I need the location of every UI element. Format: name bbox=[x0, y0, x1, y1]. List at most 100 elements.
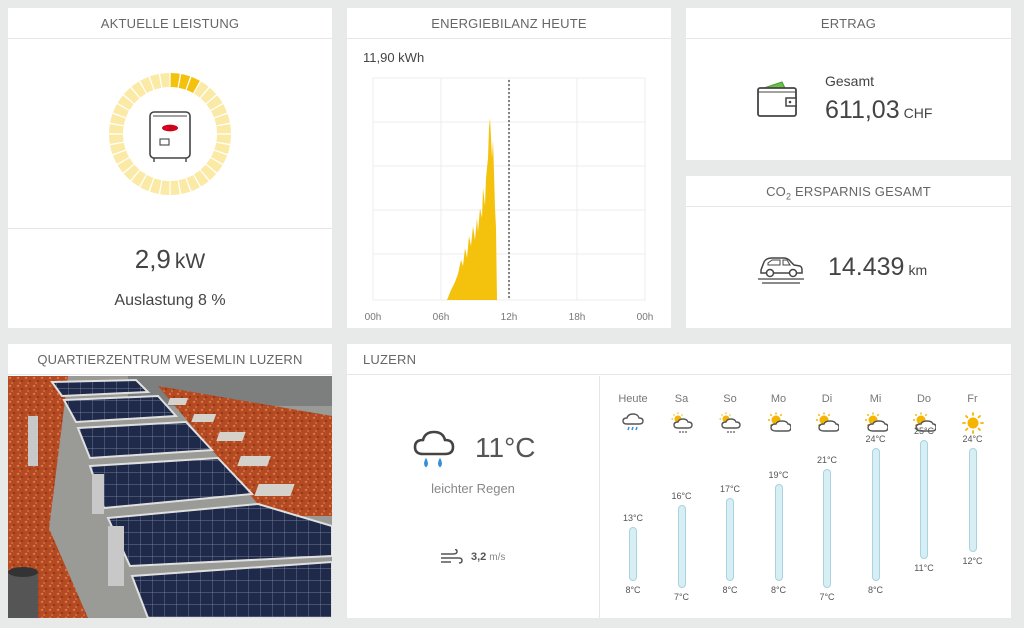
forecast-day-name: Mi bbox=[869, 393, 882, 405]
gauge-segment bbox=[109, 134, 124, 144]
sun-cloud-rain-icon bbox=[671, 412, 693, 433]
forecast-min-temp: 7°C bbox=[673, 592, 690, 602]
inverter-icon bbox=[149, 111, 191, 162]
sun-icon bbox=[961, 412, 984, 434]
forecast-day-name: Mo bbox=[770, 393, 787, 405]
power-unit: kW bbox=[174, 250, 206, 273]
forecast-min-temp: 11°C bbox=[914, 563, 934, 574]
forecast-max-temp: 19°C bbox=[768, 469, 789, 480]
forecast-day-name: Sa bbox=[674, 393, 689, 405]
energy-balance-card: ENERGIEBILANZ HEUTE 11,90 kWh 00h 06h 12… bbox=[347, 8, 671, 328]
forecast-min-temp: 8°C bbox=[770, 584, 787, 595]
gauge-segment bbox=[170, 180, 180, 195]
power-value: 2,9 kW bbox=[8, 244, 332, 275]
gauge-segment bbox=[109, 124, 124, 134]
forecast-day-name: So bbox=[723, 393, 737, 405]
photo-header: QUARTIERZENTRUM WESEMLIN LUZERN bbox=[8, 344, 332, 375]
sun-cloud-rain-icon bbox=[719, 412, 741, 433]
co2-savings-card: CO2 ERSPARNIS GESAMT 14.439 km bbox=[686, 176, 1011, 328]
co2-value: 14.439 km bbox=[828, 253, 927, 282]
power-number: 2,9 bbox=[134, 244, 171, 274]
rain-cloud-icon bbox=[413, 430, 455, 468]
current-power-header: AKTUELLE LEISTUNG bbox=[8, 8, 332, 39]
wind-number: 3,2 bbox=[471, 551, 487, 563]
temperature-range-bar bbox=[774, 483, 783, 581]
power-gauge-ring bbox=[109, 73, 231, 195]
x-tick-label: 12h bbox=[501, 312, 518, 323]
forecast-day: Mi 24°C 8°C bbox=[856, 344, 896, 618]
co2-unit: km bbox=[908, 262, 928, 278]
forecast-day-name: Heute bbox=[618, 393, 648, 405]
forecast-min-temp: 8°C bbox=[722, 584, 738, 595]
forecast-day: Sa 16°C 7°C bbox=[662, 344, 702, 618]
power-gauge bbox=[108, 72, 232, 196]
current-weather-description: leichter Regen bbox=[431, 481, 515, 496]
energy-production-area bbox=[447, 118, 497, 300]
yield-number: 611,03 bbox=[825, 96, 900, 124]
forecast-max-temp: 13°C bbox=[622, 512, 644, 523]
co2-header-prefix: CO bbox=[766, 184, 786, 199]
forecast-max-temp: 25°C bbox=[913, 426, 935, 437]
energy-max-label: 11,90 kWh bbox=[363, 50, 425, 65]
forecast-min-temp: 8°C bbox=[867, 584, 884, 595]
sun-cloud-icon bbox=[767, 412, 791, 432]
gauge-segment bbox=[216, 124, 231, 134]
forecast-day: Di 21°C 7°C bbox=[807, 344, 847, 618]
wind-unit: m/s bbox=[489, 552, 506, 563]
weather-card: LUZERN 11°C leichter Regen 3,2 m/s Heute 1… bbox=[347, 344, 1011, 618]
forecast-day-name: Fr bbox=[967, 393, 978, 405]
temperature-range-bar bbox=[871, 447, 880, 581]
forecast-day: So 17°C 8°C bbox=[710, 344, 750, 618]
yield-unit: CHF bbox=[903, 105, 933, 121]
current-power-card: AKTUELLE LEISTUNG 2,9 kW Auslastung 8 % bbox=[8, 8, 332, 328]
forecast-day-name: Do bbox=[916, 393, 932, 405]
divider bbox=[599, 376, 600, 618]
sun-cloud-icon bbox=[816, 412, 839, 432]
forecast-day: Do 25°C 11°C bbox=[904, 344, 944, 618]
gauge-segment bbox=[160, 73, 170, 88]
x-tick-label: 18h bbox=[569, 312, 586, 323]
sun-cloud-icon bbox=[864, 412, 888, 432]
yield-card: ERTRAG Gesamt 611,03 CHF bbox=[686, 8, 1011, 160]
forecast-max-temp: 24°C bbox=[962, 433, 983, 444]
energy-balance-header: ENERGIEBILANZ HEUTE bbox=[347, 8, 671, 39]
forecast-max-temp: 16°C bbox=[671, 491, 692, 502]
forecast-max-temp: 24°C bbox=[865, 433, 886, 444]
wind-icon bbox=[441, 549, 463, 564]
car-icon bbox=[758, 257, 804, 284]
wind-speed: 3,2 m/s bbox=[471, 551, 505, 563]
gauge-segment bbox=[216, 134, 231, 144]
x-axis-ticks: 00h 06h 12h 18h 00h bbox=[365, 312, 654, 323]
co2-number: 14.439 bbox=[828, 253, 905, 281]
forecast-min-temp: 12°C bbox=[962, 556, 983, 566]
forecast-day-name: Di bbox=[821, 393, 833, 405]
photo-card: QUARTIERZENTRUM WESEMLIN LUZERN bbox=[8, 344, 332, 618]
rain-icon bbox=[622, 413, 644, 431]
solar-panels-photo bbox=[8, 376, 332, 618]
forecast-day: Fr 24°C 12°C bbox=[953, 344, 993, 618]
divider bbox=[8, 228, 332, 229]
forecast-max-temp: 17°C bbox=[719, 484, 741, 494]
temperature-range-bar bbox=[920, 440, 928, 560]
forecast-min-temp: 8°C bbox=[625, 584, 641, 595]
temperature-range-bar bbox=[677, 505, 686, 588]
x-tick-label: 06h bbox=[433, 312, 450, 323]
wallet-icon bbox=[757, 81, 797, 117]
energy-chart[interactable]: 00h 06h 12h 18h 00h bbox=[355, 68, 667, 326]
x-tick-label: 00h bbox=[637, 312, 654, 323]
current-temperature: 11°C bbox=[475, 432, 536, 463]
forecast-min-temp: 7°C bbox=[819, 592, 835, 602]
co2-header-suffix: ERSPARNIS GESAMT bbox=[791, 184, 931, 199]
x-tick-label: 00h bbox=[365, 312, 382, 323]
temperature-range-bar bbox=[823, 469, 831, 588]
gauge-segment-active bbox=[170, 73, 180, 88]
temperature-range-bar bbox=[968, 447, 977, 552]
co2-savings-header: CO2 ERSPARNIS GESAMT bbox=[686, 176, 1011, 207]
gauge-segment bbox=[160, 180, 170, 195]
power-utilization: Auslastung 8 % bbox=[114, 292, 226, 309]
forecast-day: Mo 19°C 8°C bbox=[759, 344, 799, 618]
forecast-max-temp: 21°C bbox=[816, 455, 838, 466]
temperature-range-bar bbox=[629, 526, 637, 581]
yield-label: Gesamt bbox=[825, 73, 875, 89]
yield-value: 611,03 CHF bbox=[825, 96, 932, 125]
